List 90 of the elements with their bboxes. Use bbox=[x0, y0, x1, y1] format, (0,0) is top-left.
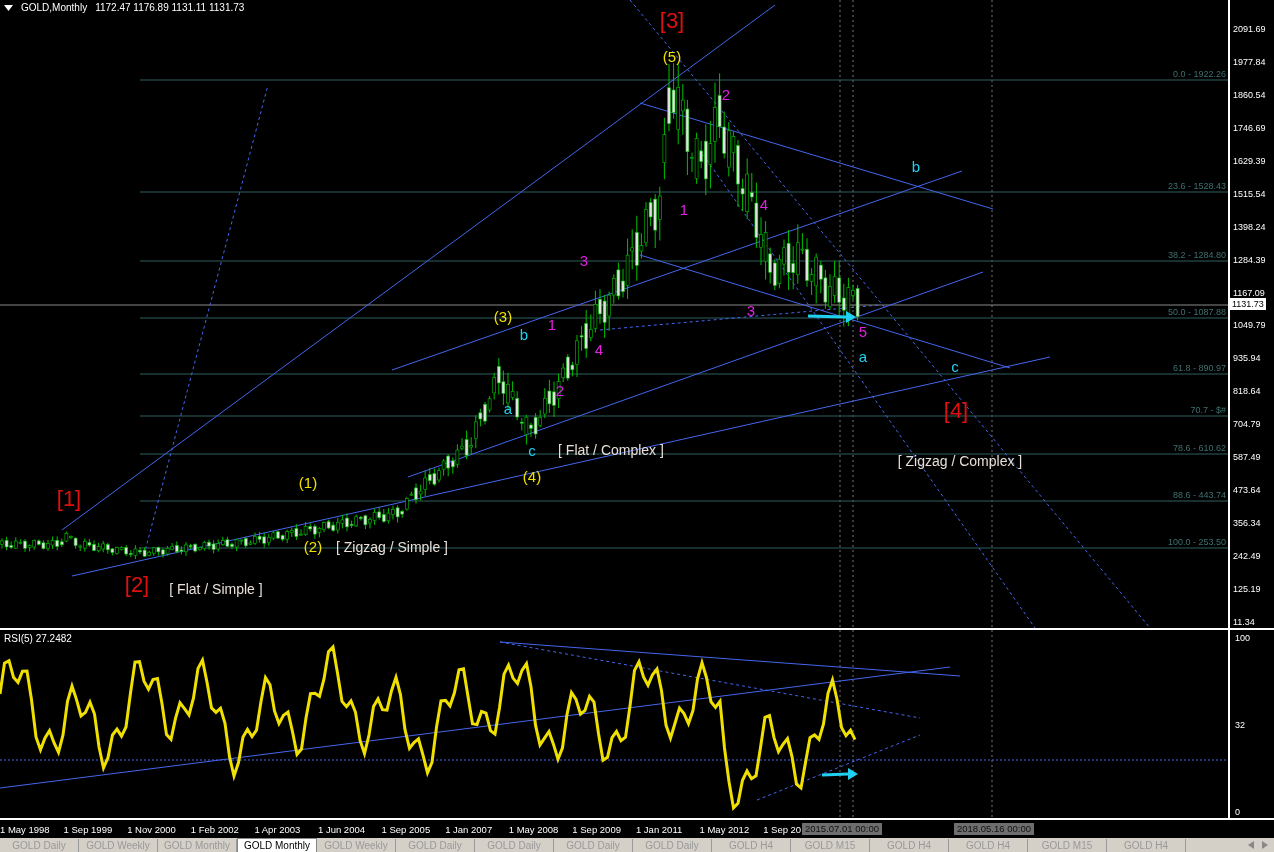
wave-label: 4 bbox=[594, 341, 604, 358]
chart-tab[interactable]: GOLD H4 bbox=[1107, 839, 1186, 852]
time-marker: 2015.07.01 00:00 bbox=[802, 823, 882, 835]
wave-label: 3 bbox=[746, 302, 756, 319]
wave-label: 2 bbox=[721, 86, 731, 103]
ohlc-values: 1172.47 1176.89 1131.11 1131.73 bbox=[95, 2, 245, 13]
price-tick: 704.79 bbox=[1232, 418, 1262, 431]
fib-level-label: 78.6 - 610.62 bbox=[1172, 443, 1226, 453]
price-tick: 356.34 bbox=[1232, 517, 1262, 530]
time-tick: 1 Jan 2007 bbox=[445, 823, 494, 835]
wave-label: [4] bbox=[943, 398, 969, 423]
price-tick: 935.94 bbox=[1232, 352, 1262, 365]
wave-label: [ Zigzag / Simple ] bbox=[336, 539, 448, 555]
time-tick: 1 May 2008 bbox=[508, 823, 560, 835]
fib-level-label: 23.6 - 1528.43 bbox=[1167, 181, 1226, 191]
rsi-tick: 0 bbox=[1234, 806, 1241, 818]
wave-label: (1) bbox=[298, 474, 318, 491]
wave-label: 2 bbox=[555, 382, 565, 399]
price-tick: 1515.54 bbox=[1232, 187, 1267, 200]
wave-label: [1] bbox=[56, 486, 82, 511]
chart-tab[interactable]: GOLD Monthly bbox=[237, 838, 317, 852]
wave-label: c bbox=[528, 442, 536, 459]
price-tick: 2091.69 bbox=[1232, 23, 1267, 35]
wave-label: a bbox=[858, 348, 868, 365]
price-tick: 125.19 bbox=[1232, 582, 1262, 595]
wave-label: 1 bbox=[547, 316, 557, 333]
price-tick: 1629.39 bbox=[1232, 154, 1267, 167]
scroll-right-icon[interactable] bbox=[1262, 841, 1268, 849]
chart-tab[interactable]: GOLD Weekly bbox=[79, 839, 158, 852]
time-tick: 1 Sep 2005 bbox=[381, 823, 432, 835]
arrow-icon bbox=[821, 768, 858, 780]
wave-label: (4) bbox=[522, 468, 542, 485]
wave-label: (3) bbox=[493, 308, 513, 325]
wave-label: b bbox=[519, 326, 529, 343]
price-tick: 11.34 bbox=[1232, 615, 1256, 628]
time-tick: 1 May 1998 bbox=[0, 823, 51, 835]
wave-label: [3] bbox=[659, 8, 685, 33]
wave-label: 5 bbox=[858, 323, 868, 340]
wave-label: 1 bbox=[679, 201, 689, 218]
dropdown-icon bbox=[4, 4, 13, 11]
indicator-header: RSI(5) 27.2482 bbox=[4, 633, 72, 644]
time-tick: 1 Feb 2002 bbox=[190, 823, 240, 835]
wave-label: [2] bbox=[124, 572, 150, 597]
rsi-tick: 100 bbox=[1234, 632, 1252, 644]
price-tick: 587.49 bbox=[1232, 451, 1262, 464]
rsi-tick: 32 bbox=[1234, 719, 1246, 731]
chart-tab[interactable]: GOLD Weekly bbox=[317, 839, 396, 852]
wave-label: [ Zigzag / Complex ] bbox=[897, 453, 1023, 469]
fib-level-label: 0.0 - 1922.26 bbox=[1172, 69, 1226, 79]
chart-tab[interactable]: GOLD H4 bbox=[712, 839, 791, 852]
chart-tab[interactable]: GOLD M15 bbox=[1028, 839, 1107, 852]
wave-label: 3 bbox=[579, 252, 589, 269]
price-tick: 1977.84 bbox=[1232, 55, 1267, 68]
fib-level-label: 38.2 - 1284.80 bbox=[1167, 250, 1226, 260]
chart-tab[interactable]: GOLD M15 bbox=[791, 839, 870, 852]
wave-label: (2) bbox=[303, 538, 323, 555]
fib-level-label: 61.8 - 890.97 bbox=[1172, 363, 1226, 373]
wave-label: 4 bbox=[759, 196, 769, 213]
fib-level-label: 70.7 - $# bbox=[1190, 405, 1226, 415]
chart-tab[interactable]: GOLD H4 bbox=[949, 839, 1028, 852]
time-tick: 1 Sep 2009 bbox=[572, 823, 622, 835]
arrow-icon bbox=[807, 311, 856, 323]
chart-tab[interactable]: GOLD H4 bbox=[870, 839, 949, 852]
wave-label: (5) bbox=[662, 48, 682, 65]
fib-level-label: 88.6 - 443.74 bbox=[1172, 490, 1226, 500]
time-tick: 1 Nov 2000 bbox=[127, 823, 177, 835]
time-tick: 1 Jan 2011 bbox=[635, 823, 684, 835]
time-marker: 2018.05.16 00:00 bbox=[954, 823, 1034, 835]
wave-label: [ Flat / Simple ] bbox=[169, 581, 263, 597]
fib-level-label: 100.0 - 253.50 bbox=[1167, 537, 1226, 547]
current-price-label: 1131.73 bbox=[1230, 298, 1266, 310]
wave-label: b bbox=[911, 158, 921, 175]
price-tick: 242.49 bbox=[1232, 550, 1262, 562]
time-tick: 1 Jun 2004 bbox=[317, 823, 366, 835]
price-tick: 473.64 bbox=[1232, 484, 1262, 497]
price-tick: 1860.54 bbox=[1232, 88, 1267, 101]
price-tick: 1284.39 bbox=[1232, 253, 1267, 266]
scroll-left-icon[interactable] bbox=[1248, 841, 1254, 849]
wave-label: a bbox=[503, 400, 513, 417]
symbol-label: GOLD,Monthly bbox=[21, 2, 88, 13]
time-tick: 1 Sep 1999 bbox=[63, 823, 114, 835]
price-tick: 1398.24 bbox=[1232, 220, 1267, 233]
time-tick: 1 Apr 2003 bbox=[254, 823, 302, 835]
wave-label: c bbox=[951, 358, 959, 375]
price-tick: 818.64 bbox=[1232, 385, 1262, 398]
price-tick: 1049.79 bbox=[1232, 319, 1267, 332]
price-tick: 1167.09 bbox=[1232, 286, 1266, 299]
price-tick: 1746.69 bbox=[1232, 121, 1267, 134]
time-tick: 1 May 2012 bbox=[699, 823, 751, 835]
fib-level-label: 50.0 - 1087.88 bbox=[1167, 307, 1226, 317]
